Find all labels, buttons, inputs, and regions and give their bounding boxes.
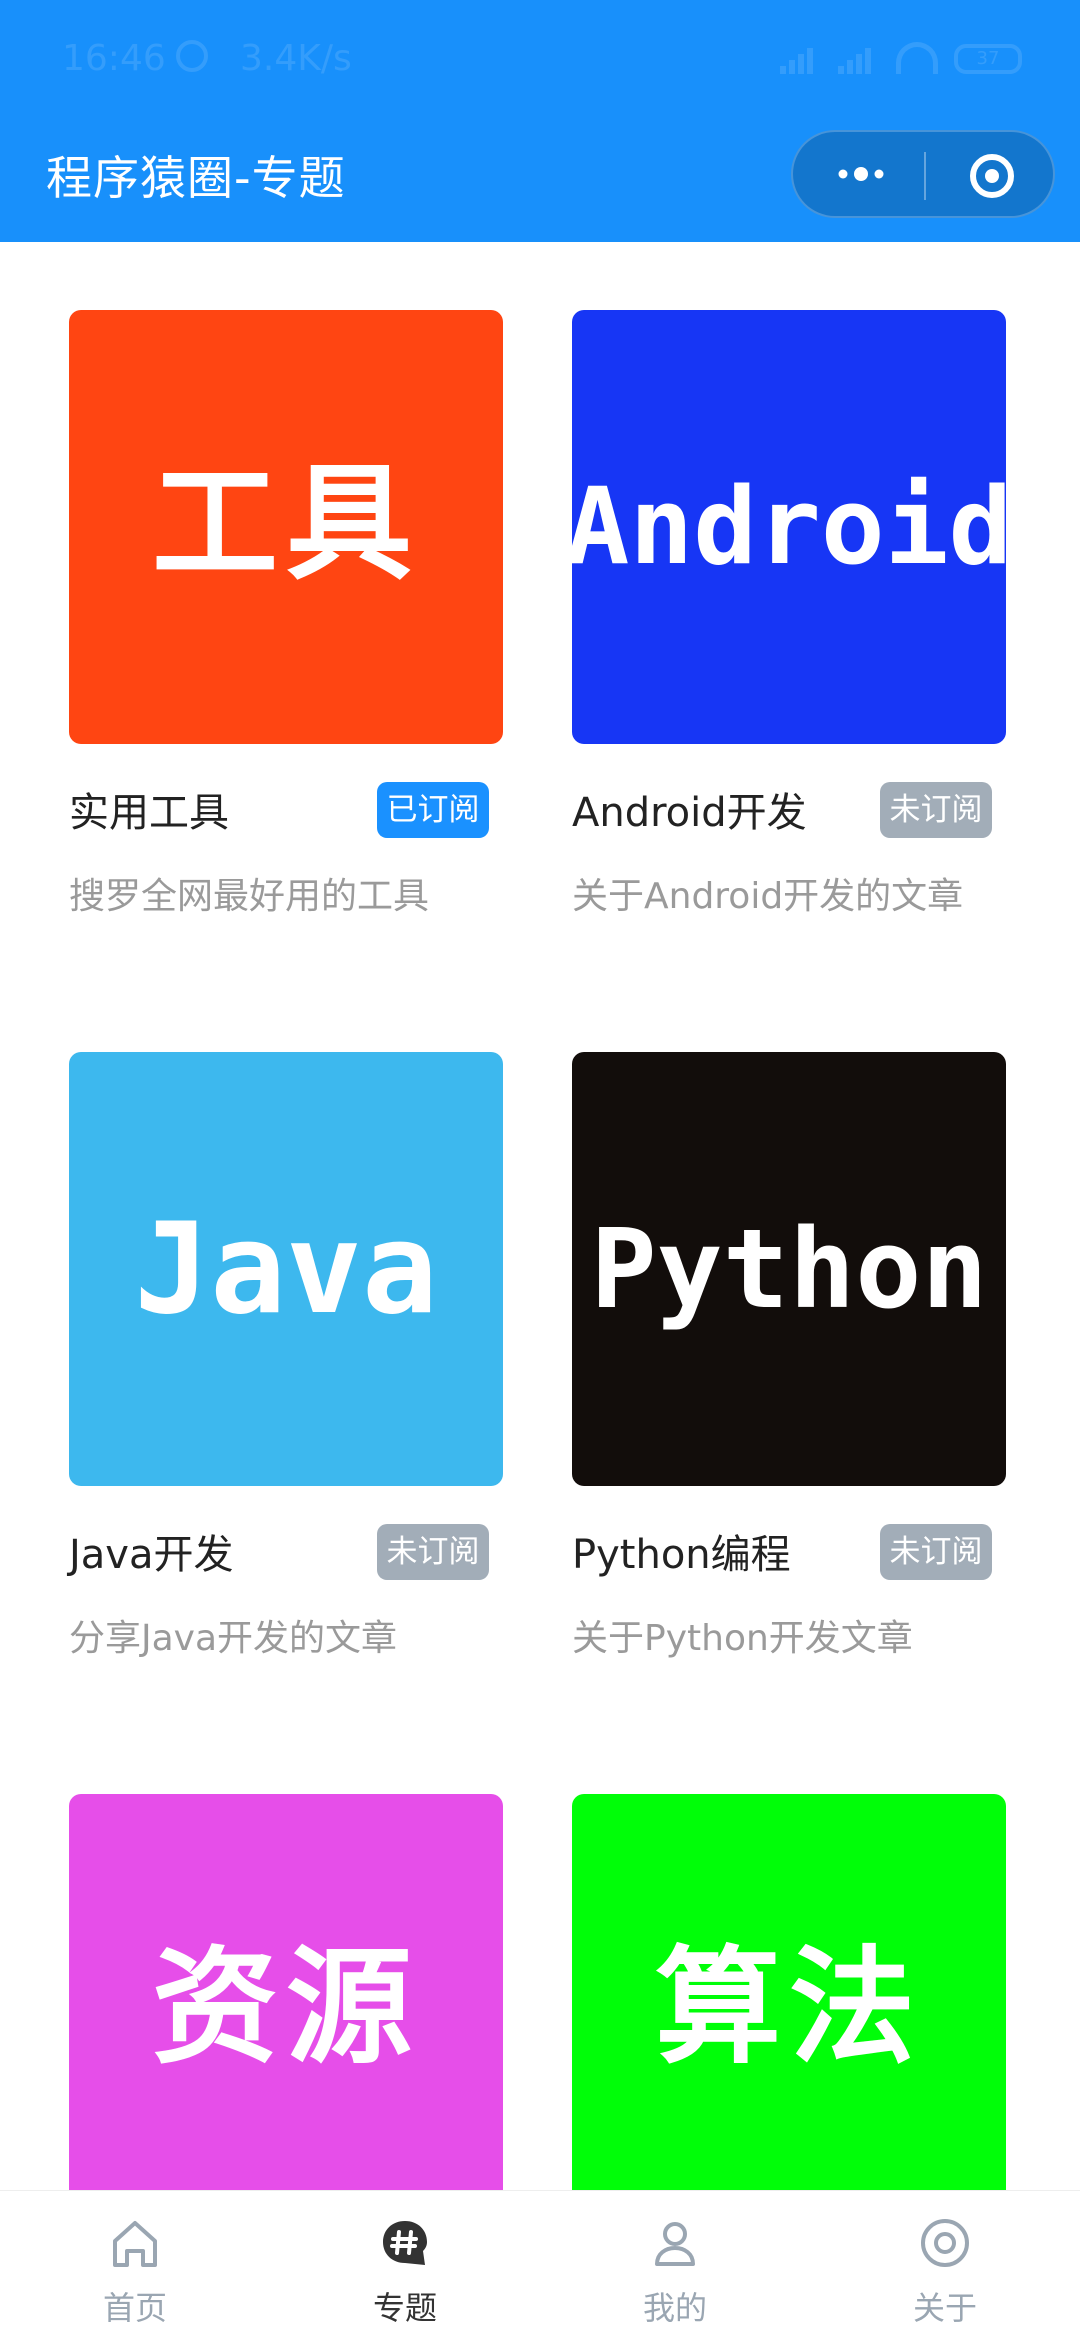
topic-thumbnail[interactable]: Python	[572, 1052, 1006, 1486]
topic-thumbnail-text: Java	[134, 1195, 438, 1342]
topic-card-resources[interactable]: 资源	[69, 1794, 503, 2190]
topic-title: 实用工具	[69, 790, 229, 836]
tab-label: 关于	[912, 2289, 977, 2327]
status-bar: 16:46 3.4K/s 37	[0, 0, 1080, 120]
topic-description: 分享Java开发的文章	[69, 1618, 398, 1659]
topic-title: Android开发	[572, 790, 807, 836]
topic-thumbnail[interactable]: 资源	[69, 1794, 503, 2190]
topic-thumbnail-text: Python	[590, 1205, 988, 1333]
topic-description: 搜罗全网最好用的工具	[69, 876, 430, 917]
topic-thumbnail[interactable]: 工具	[69, 310, 503, 744]
subscription-badge[interactable]: 已订阅	[377, 782, 489, 838]
mini-program-capsule	[791, 130, 1055, 218]
topic-thumbnail[interactable]: Android	[572, 310, 1006, 744]
signal-icon	[780, 44, 822, 74]
about-target-icon	[915, 2213, 975, 2273]
topic-thumbnail[interactable]: Java	[69, 1052, 503, 1486]
tab-about[interactable]: 关于	[810, 2191, 1080, 2341]
tab-mine[interactable]: 我的	[540, 2191, 810, 2341]
topic-title: Python编程	[572, 1532, 791, 1578]
topic-title: Java开发	[69, 1532, 234, 1578]
battery-icon: 37	[954, 44, 1022, 74]
topic-description: 关于Android开发的文章	[572, 876, 964, 917]
network-speed: 3.4K/s	[240, 38, 352, 79]
signal-icon	[838, 44, 880, 74]
tab-label: 专题	[372, 2289, 437, 2327]
topic-card-android[interactable]: Android Android开发 未订阅 关于Android开发的文章	[572, 310, 1006, 970]
tab-label: 首页	[102, 2289, 167, 2327]
tab-topics[interactable]: 专题	[270, 2191, 540, 2341]
topic-description: 关于Python开发文章	[572, 1618, 913, 1659]
capsule-divider	[924, 152, 926, 200]
topic-card-python[interactable]: Python Python编程 未订阅 关于Python开发文章	[572, 1052, 1006, 1712]
topic-thumbnail-text: 工具	[152, 449, 420, 597]
topic-card-tools[interactable]: 工具 实用工具 已订阅 搜罗全网最好用的工具	[69, 310, 503, 970]
page-title: 程序猿圈-专题	[46, 151, 346, 205]
wifi-icon	[896, 42, 938, 74]
tab-label: 我的	[642, 2289, 707, 2327]
subscription-badge[interactable]: 未订阅	[880, 1524, 992, 1580]
topic-thumbnail-text: 资源	[152, 1933, 420, 2081]
page-header: 16:46 3.4K/s 37 程序猿圈-专题	[0, 0, 1080, 242]
user-icon	[645, 2213, 705, 2273]
topic-grid: 工具 实用工具 已订阅 搜罗全网最好用的工具 Android Android开发…	[0, 242, 1080, 2190]
topic-hashtag-icon	[375, 2213, 435, 2273]
subscription-badge[interactable]: 未订阅	[880, 782, 992, 838]
tab-home[interactable]: 首页	[0, 2191, 270, 2341]
more-dots-icon[interactable]	[831, 160, 891, 188]
topic-thumbnail[interactable]: 算法	[572, 1794, 1006, 2190]
target-close-icon[interactable]	[968, 152, 1016, 200]
home-icon	[105, 2213, 165, 2273]
status-time: 16:46	[62, 38, 166, 79]
topic-thumbnail-text: 算法	[655, 1933, 923, 2081]
topic-card-algorithms[interactable]: 算法	[572, 1794, 1006, 2190]
topic-card-java[interactable]: Java Java开发 未订阅 分享Java开发的文章	[69, 1052, 503, 1712]
status-icons: 37	[780, 42, 1022, 74]
subscription-badge[interactable]: 未订阅	[377, 1524, 489, 1580]
topic-thumbnail-text: Android	[572, 465, 1006, 588]
bottom-tab-bar: 首页 专题 我的 关于	[0, 2190, 1080, 2340]
alarm-icon	[176, 40, 208, 72]
